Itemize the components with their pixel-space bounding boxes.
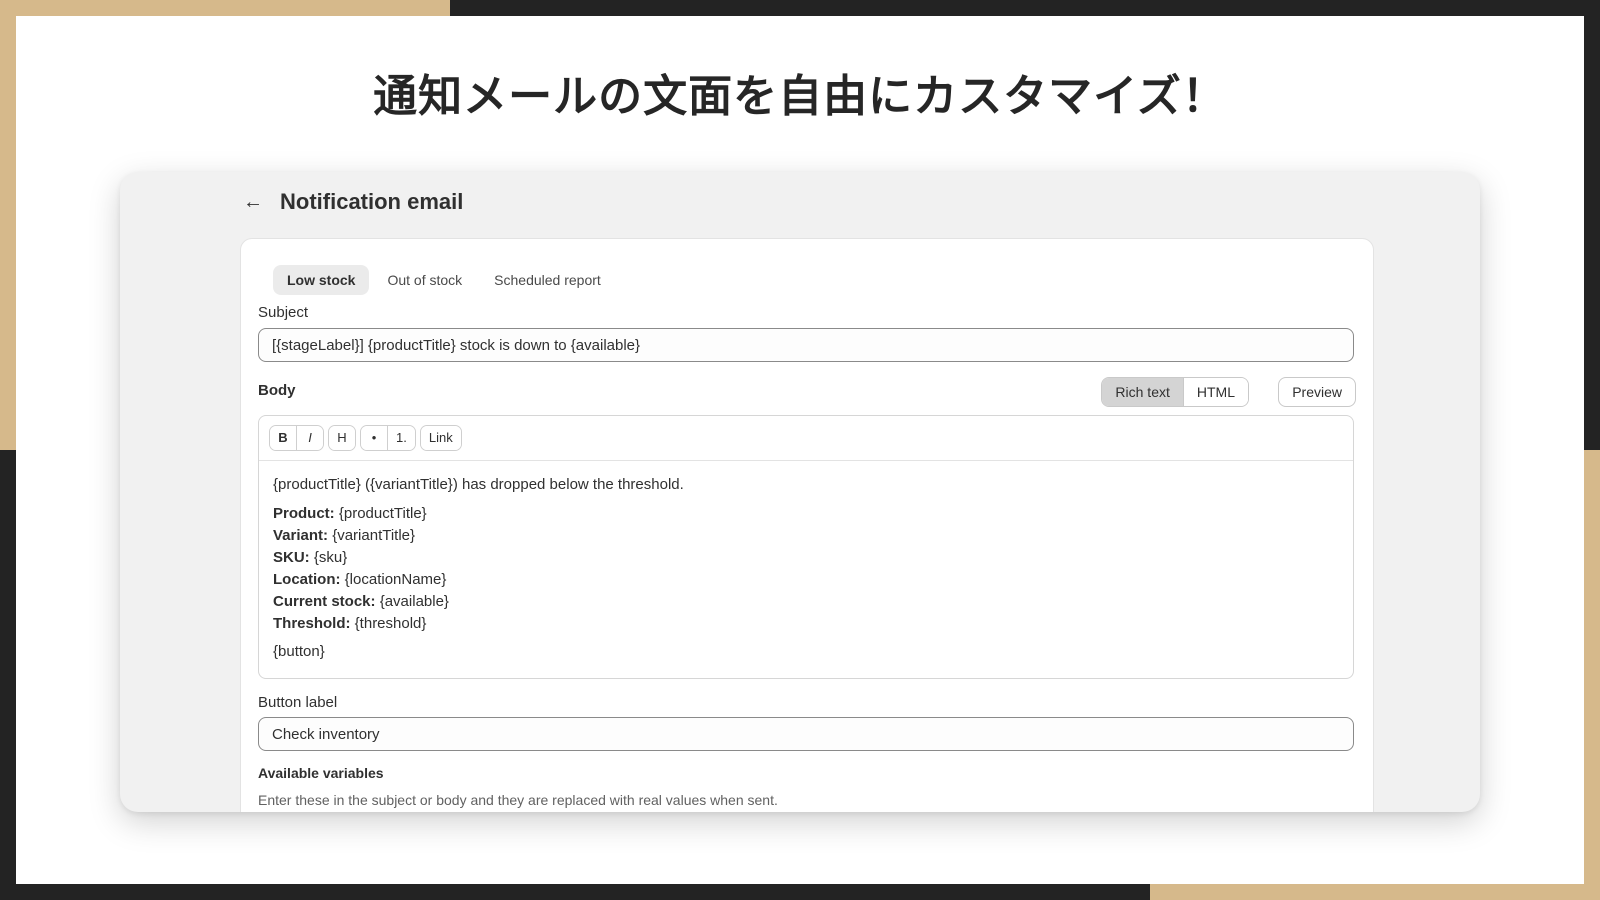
variables-title: Available variables <box>258 765 384 781</box>
field-line-threshold: Threshold: {threshold} <box>273 613 1339 635</box>
heading-button-group: H <box>328 425 356 451</box>
field-value: {variantTitle} <box>332 527 416 544</box>
field-label: Threshold: <box>273 615 351 632</box>
list-button-group: • 1. <box>360 425 416 451</box>
tab-out-of-stock[interactable]: Out of stock <box>373 265 476 295</box>
field-line-variant: Variant: {variantTitle} <box>273 525 1339 547</box>
field-label: Variant: <box>273 527 329 544</box>
rich-text-mode-button[interactable]: Rich text <box>1102 378 1183 406</box>
field-label: Current stock: <box>273 593 376 610</box>
tab-low-stock[interactable]: Low stock <box>273 265 370 295</box>
field-value: {sku} <box>313 549 348 566</box>
subject-input[interactable] <box>258 328 1354 362</box>
tab-scheduled-report[interactable]: Scheduled report <box>480 265 615 295</box>
field-value: {locationName} <box>344 571 447 588</box>
back-button[interactable]: ← <box>240 189 266 215</box>
link-button-group: Link <box>419 425 462 451</box>
bullet-list-button[interactable]: • <box>361 426 387 450</box>
body-fields-list: Product: {productTitle} Variant: {varian… <box>273 503 1339 635</box>
app-window: ← Notification email Low stock Out of st… <box>120 172 1480 812</box>
button-label-label: Button label <box>258 694 338 711</box>
email-settings-card: Low stock Out of stock Scheduled report … <box>240 238 1374 812</box>
body-editor: B I H • 1. Link {productTitle} ({variant… <box>258 415 1354 679</box>
headline: 通知メールの文面を自由にカスタマイズ！ <box>373 71 1227 122</box>
editor-mode-toggle: Rich text HTML <box>1101 377 1249 407</box>
bold-button[interactable]: B <box>270 426 296 450</box>
field-value: {threshold} <box>354 615 427 632</box>
heading-button[interactable]: H <box>329 426 355 450</box>
numbered-list-button[interactable]: 1. <box>387 426 415 450</box>
button-token-text: {button} <box>273 643 325 660</box>
field-line-current-stock: Current stock: {available} <box>273 591 1339 613</box>
page-header: ← Notification email <box>240 182 463 222</box>
body-intro-text: {productTitle} ({variantTitle}) has drop… <box>273 476 684 493</box>
italic-button[interactable]: I <box>296 426 323 450</box>
format-button-group: B I <box>269 425 324 451</box>
editor-toolbar: B I H • 1. Link <box>259 416 1353 461</box>
field-line-location: Location: {locationName} <box>273 569 1339 591</box>
field-label: SKU: <box>273 549 310 566</box>
editor-content[interactable]: {productTitle} ({variantTitle}) has drop… <box>259 461 1353 663</box>
field-label: Product: <box>273 505 335 522</box>
page-title: Notification email <box>280 189 464 214</box>
field-line-sku: SKU: {sku} <box>273 547 1339 569</box>
body-label: Body <box>258 382 296 399</box>
field-value: {available} <box>379 593 449 610</box>
html-mode-button[interactable]: HTML <box>1182 378 1248 406</box>
variables-help-text: Enter these in the subject or body and t… <box>258 792 778 808</box>
arrow-left-icon: ← <box>243 190 263 213</box>
subject-label: Subject <box>258 304 309 321</box>
link-button[interactable]: Link <box>420 426 461 450</box>
notification-tabs: Low stock Out of stock Scheduled report <box>273 265 615 295</box>
preview-button[interactable]: Preview <box>1278 377 1356 407</box>
button-label-input[interactable] <box>258 717 1354 751</box>
field-value: {productTitle} <box>338 505 427 522</box>
field-label: Location: <box>273 571 341 588</box>
field-line-product: Product: {productTitle} <box>273 503 1339 525</box>
